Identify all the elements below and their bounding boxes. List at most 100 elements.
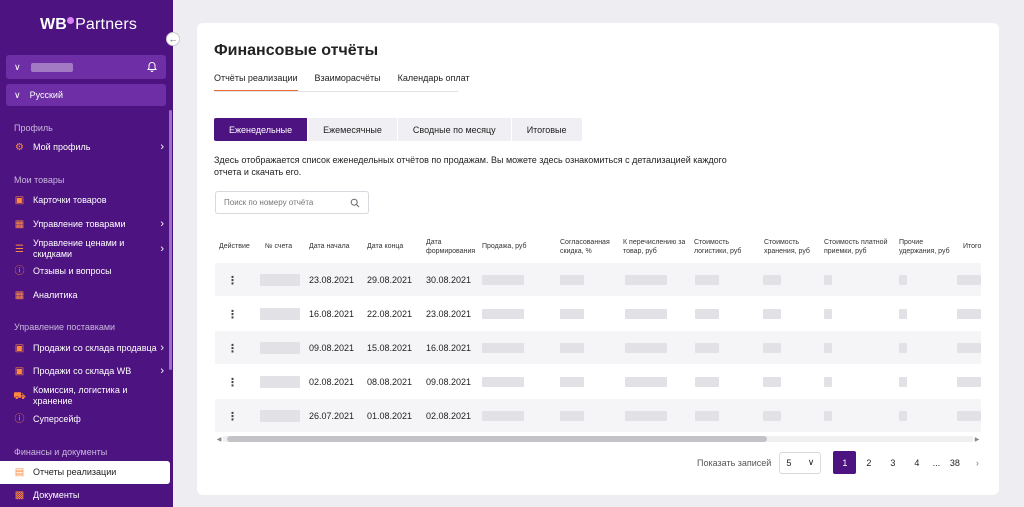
start-date: 23.08.2021 (309, 275, 355, 285)
chevron-right-icon[interactable]: › (967, 458, 987, 468)
value-redacted (482, 309, 524, 319)
chevron-right-icon: › (160, 141, 164, 153)
page-3[interactable]: 3 (881, 451, 904, 474)
page-1[interactable]: 1 (833, 451, 857, 474)
nav-sales-reports[interactable]: ▤ Отчеты реализации (0, 461, 170, 484)
col-total: Итого (963, 243, 981, 250)
table-row[interactable]: ⋮ 26.07.2021 01.08.2021 02.08.2021 (215, 398, 981, 432)
more-actions-icon[interactable]: ⋮ (227, 342, 238, 355)
nav-seller-warehouse-sales[interactable]: ▣ Продажи со склада продавца › (14, 342, 164, 355)
value-redacted (560, 411, 584, 421)
per-page-select[interactable]: 5 ∨ (779, 451, 822, 474)
description: Здесь отображается список еженедельных о… (214, 155, 727, 177)
value-redacted (899, 309, 907, 319)
table-row[interactable]: ⋮ 02.08.2021 08.08.2021 09.08.2021 (215, 364, 981, 398)
account-selector[interactable]: ∨ (6, 55, 166, 79)
page-2[interactable]: 2 (857, 451, 880, 474)
value-redacted (625, 275, 667, 285)
page-4[interactable]: 4 (905, 451, 928, 474)
col-discount: Согласованная скидка, % (560, 238, 610, 255)
tab-settlements[interactable]: Взаиморасчёты (315, 73, 381, 92)
nav-price-management[interactable]: ☰ Управление ценами и скидками › (14, 238, 164, 260)
table-row[interactable]: ⋮ 09.08.2021 15.08.2021 16.08.2021 (215, 330, 981, 364)
nav-product-management[interactable]: ▦ Управление товарами › (14, 219, 164, 231)
value-redacted (763, 309, 781, 319)
period-weekly[interactable]: Еженедельные (214, 118, 309, 141)
table-header: Действие № счета Дата начала Дата конца … (215, 231, 981, 262)
value-redacted (695, 411, 719, 421)
nav-commission-logistics[interactable]: ⛟ Комиссия, логистика и хранение (13, 385, 164, 407)
more-actions-icon[interactable]: ⋮ (227, 410, 238, 423)
value-redacted (824, 343, 832, 353)
nav-reviews[interactable]: ⓘ Отзывы и вопросы (14, 266, 164, 277)
end-date: 01.08.2021 (367, 411, 413, 421)
col-start-date: Дата начала (309, 243, 350, 250)
tab-payment-calendar[interactable]: Календарь оплат (398, 73, 470, 92)
logo[interactable]: WB Partners (40, 16, 137, 34)
language-label: Русский (29, 90, 63, 100)
briefcase-icon: ▩ (14, 490, 25, 501)
value-redacted (482, 411, 524, 421)
nav-wb-warehouse-sales[interactable]: ▣ Продажи со склада WB › (14, 366, 164, 378)
tab-sales-reports[interactable]: Отчёты реализации (214, 73, 298, 92)
scroll-track[interactable] (223, 436, 973, 442)
table-row[interactable]: ⋮ 23.08.2021 29.08.2021 30.08.2021 (215, 262, 981, 296)
tabs-divider (214, 91, 458, 92)
table-row[interactable]: ⋮ 16.08.2021 22.08.2021 23.08.2021 (215, 296, 981, 330)
end-date: 15.08.2021 (367, 343, 413, 353)
scroll-left-icon[interactable]: ◀ (215, 436, 223, 443)
search-input[interactable]: Поиск по номеру отчёта (215, 191, 369, 214)
value-redacted (695, 343, 719, 353)
question-icon: ⓘ (14, 266, 25, 277)
col-paid-acceptance: Стоимость платной приемки, руб (824, 238, 888, 255)
invoice-redacted (260, 410, 300, 422)
page-last[interactable]: 38 (943, 451, 966, 474)
col-invoice: № счета (265, 243, 293, 250)
value-redacted (625, 343, 667, 353)
tags-icon: ☰ (15, 243, 24, 255)
invoice-redacted (260, 274, 300, 286)
more-actions-icon[interactable]: ⋮ (227, 308, 238, 321)
language-selector[interactable]: ∨ Русский (6, 84, 166, 106)
start-date: 16.08.2021 (309, 309, 355, 319)
value-redacted (695, 275, 719, 285)
search-icon[interactable] (350, 198, 360, 208)
chevron-right-icon: › (160, 342, 164, 354)
period-monthly[interactable]: Ежемесячные (308, 118, 398, 141)
period-totals[interactable]: Итоговые (511, 118, 583, 141)
start-date: 09.08.2021 (309, 343, 355, 353)
nav-supersafe[interactable]: ⓘ Суперсейф (14, 414, 164, 425)
more-actions-icon[interactable]: ⋮ (227, 376, 238, 389)
period-switcher: Еженедельные Ежемесячные Сводные по меся… (214, 118, 583, 141)
info-icon: ⓘ (14, 414, 25, 425)
formed-date: 16.08.2021 (426, 343, 472, 353)
more-actions-icon[interactable]: ⋮ (227, 274, 238, 287)
sidebar-scrollbar[interactable] (169, 110, 172, 370)
period-summary-monthly[interactable]: Сводные по месяцу (397, 118, 512, 141)
bell-icon[interactable] (146, 61, 158, 73)
value-redacted (560, 309, 584, 319)
col-sales: Продажа, руб (482, 243, 527, 250)
value-redacted (560, 343, 584, 353)
invoice-redacted (260, 376, 300, 388)
nav-documents[interactable]: ▩ Документы (14, 490, 164, 501)
value-redacted (824, 309, 832, 319)
scroll-thumb[interactable] (227, 436, 767, 442)
account-name-redacted (30, 62, 73, 72)
nav-analytics[interactable]: ▦ Аналитика (14, 290, 164, 301)
value-redacted (824, 377, 832, 387)
scroll-right-icon[interactable]: ▶ (973, 436, 981, 443)
nav-product-cards[interactable]: ▣ Карточки товаров (14, 195, 164, 206)
col-logistics: Стоимость логистики, руб (694, 238, 742, 255)
pagination: Показать записей 5 ∨ 1 2 3 4 ... 38 › (697, 451, 987, 474)
nav-my-profile[interactable]: ⚙ Мой профиль › (14, 141, 164, 154)
value-redacted (695, 309, 719, 319)
chevron-down-icon: ∨ (14, 89, 21, 100)
value-redacted (957, 343, 981, 353)
collapse-sidebar-icon[interactable]: ← (166, 32, 180, 46)
section-supply: Управление поставками (14, 322, 116, 332)
logo-dot (67, 17, 75, 24)
end-date: 29.08.2021 (367, 275, 413, 285)
table-horizontal-scrollbar[interactable]: ◀ ▶ (215, 435, 981, 443)
value-redacted (482, 343, 524, 353)
